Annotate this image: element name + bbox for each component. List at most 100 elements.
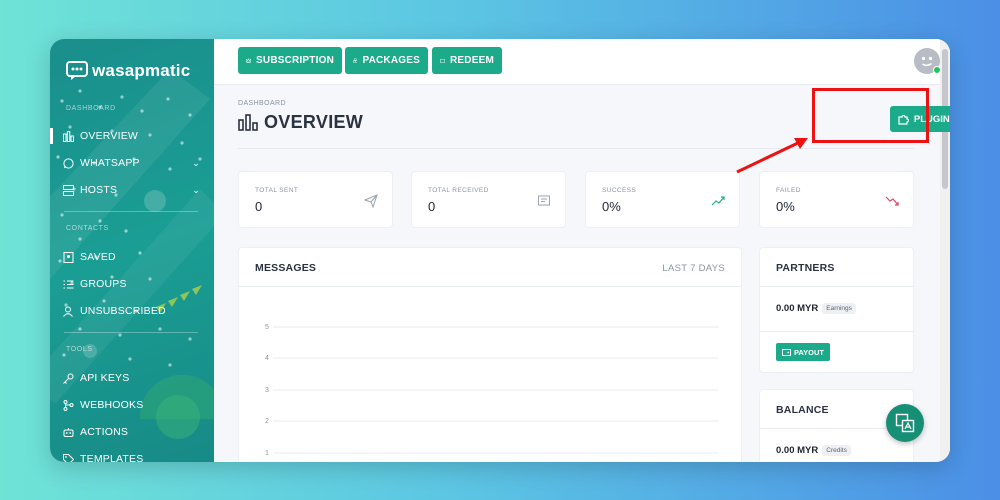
robot-icon bbox=[62, 426, 74, 438]
payout-label: PAYOUT bbox=[793, 347, 824, 357]
floating-translate-button[interactable] bbox=[886, 404, 924, 442]
packages-label: PACKAGES bbox=[362, 55, 420, 66]
stat-value: 0 bbox=[255, 199, 263, 214]
sidebar-item-unsubscribed[interactable]: UNSUBSCRIBED bbox=[62, 301, 208, 321]
scrollbar[interactable] bbox=[940, 39, 950, 462]
brand-name: wasapmatic bbox=[92, 61, 191, 80]
partners-earnings: 0.00 MYR Earnings bbox=[776, 303, 856, 314]
stat-label: SUCCESS bbox=[602, 187, 637, 194]
balance-credits: 0.00 MYR Credits bbox=[776, 445, 851, 456]
sidebar-item-label: HOSTS bbox=[80, 184, 118, 196]
plugins-label: PLUGINS bbox=[913, 113, 950, 125]
subscription-button[interactable]: SUBSCRIPTION bbox=[238, 47, 342, 74]
page-title: OVERVIEW bbox=[238, 112, 363, 133]
sidebar-item-label: UNSUBSCRIBED bbox=[80, 305, 166, 317]
y-tick-label: 2 bbox=[265, 418, 269, 425]
sidebar-item-hosts[interactable]: HOSTS ⌄ bbox=[62, 180, 208, 200]
sidebar-item-groups[interactable]: GROUPS bbox=[62, 274, 208, 294]
sidebar-item-templates[interactable]: TEMPLATES bbox=[62, 449, 208, 462]
stat-label: TOTAL SENT bbox=[255, 187, 299, 194]
sidebar-item-webhooks[interactable]: WEBHOOKS bbox=[62, 395, 208, 415]
sidebar-item-label: WHATSAPP bbox=[80, 157, 140, 169]
translate-icon bbox=[895, 413, 915, 433]
partners-title: PARTNERS bbox=[776, 262, 835, 274]
messages-chart: 5 4 3 2 1 bbox=[265, 324, 719, 457]
wallet-icon bbox=[781, 348, 791, 356]
chart-icon bbox=[238, 114, 258, 131]
sidebar-item-api-keys[interactable]: API KEYS bbox=[62, 368, 208, 388]
credits-tag: Credits bbox=[822, 445, 851, 456]
brand-logo[interactable]: wasapmatic bbox=[66, 61, 190, 81]
logo-icon bbox=[66, 61, 88, 80]
list-icon bbox=[62, 278, 74, 290]
crown-icon bbox=[246, 58, 251, 63]
section-label-dashboard: DASHBOARD bbox=[66, 105, 116, 112]
puzzle-icon bbox=[898, 114, 909, 125]
stat-value: 0% bbox=[602, 199, 621, 214]
chart-icon bbox=[62, 130, 74, 142]
partners-card: PARTNERS 0.00 MYR Earnings PAYOUT bbox=[759, 247, 914, 373]
ticket-icon bbox=[440, 58, 445, 63]
y-tick-label: 4 bbox=[265, 355, 269, 362]
packages-button[interactable]: PACKAGES bbox=[345, 47, 428, 74]
chevron-down-icon: ⌄ bbox=[192, 157, 200, 168]
stat-label: TOTAL RECEIVED bbox=[428, 187, 489, 194]
send-icon bbox=[364, 194, 378, 208]
y-tick-label: 3 bbox=[265, 387, 269, 394]
annotation-arrow-icon bbox=[736, 138, 808, 174]
sidebar: wasapmatic DASHBOARD OVERVIEW WHATSAPP ⌄… bbox=[50, 39, 214, 462]
stat-label: FAILED bbox=[776, 187, 801, 194]
payout-button[interactable]: PAYOUT bbox=[776, 343, 830, 361]
sidebar-divider bbox=[64, 332, 198, 333]
card-divider bbox=[760, 331, 913, 332]
messages-card: MESSAGES LAST 7 DAYS 5 4 3 2 1 bbox=[238, 247, 742, 462]
sidebar-item-label: SAVED bbox=[80, 251, 116, 263]
sidebar-item-whatsapp[interactable]: WHATSAPP ⌄ bbox=[62, 153, 208, 173]
top-bar: SUBSCRIPTION PACKAGES REDEEM bbox=[214, 39, 950, 85]
sidebar-item-label: API KEYS bbox=[80, 372, 130, 384]
message-icon bbox=[538, 195, 550, 206]
sidebar-item-label: GROUPS bbox=[80, 278, 127, 290]
section-label-contacts: CONTACTS bbox=[66, 225, 109, 232]
card-divider bbox=[760, 286, 913, 287]
webhook-icon bbox=[62, 399, 74, 411]
chevron-down-icon: ⌄ bbox=[192, 184, 200, 195]
y-tick-label: 5 bbox=[265, 324, 269, 331]
section-label-tools: TOOLS bbox=[66, 346, 93, 353]
trend-down-icon bbox=[885, 196, 899, 206]
app-window: wasapmatic DASHBOARD OVERVIEW WHATSAPP ⌄… bbox=[50, 39, 950, 462]
stat-value: 0 bbox=[428, 199, 436, 214]
balance-title: BALANCE bbox=[776, 404, 829, 416]
key-icon bbox=[62, 372, 74, 384]
main-content: SUBSCRIPTION PACKAGES REDEEM DASHBOARD O… bbox=[214, 39, 950, 462]
sidebar-item-overview[interactable]: OVERVIEW bbox=[50, 126, 208, 146]
tag-icon bbox=[62, 453, 74, 462]
stat-card-total-sent: TOTAL SENT 0 bbox=[238, 171, 393, 228]
page-title-text: OVERVIEW bbox=[264, 112, 364, 132]
plugins-button[interactable]: PLUGINS bbox=[890, 106, 950, 132]
user-off-icon bbox=[62, 305, 74, 317]
sidebar-item-saved[interactable]: SAVED bbox=[62, 247, 208, 267]
earnings-tag: Earnings bbox=[822, 303, 856, 314]
whatsapp-icon bbox=[62, 157, 74, 169]
stat-value: 0% bbox=[776, 199, 795, 214]
redeem-button[interactable]: REDEEM bbox=[432, 47, 502, 74]
subscription-label: SUBSCRIPTION bbox=[256, 55, 334, 66]
trend-up-icon bbox=[711, 196, 725, 206]
stat-card-failed: FAILED 0% bbox=[759, 171, 914, 228]
address-book-icon bbox=[62, 251, 74, 263]
sidebar-item-label: TEMPLATES bbox=[80, 453, 144, 462]
credits-amount: 0.00 MYR bbox=[776, 445, 819, 456]
y-tick-label: 1 bbox=[265, 450, 269, 457]
sidebar-item-label: ACTIONS bbox=[80, 426, 129, 438]
sidebar-item-label: OVERVIEW bbox=[80, 130, 139, 142]
sidebar-item-actions[interactable]: ACTIONS bbox=[62, 422, 208, 442]
sidebar-divider bbox=[64, 211, 198, 212]
redeem-label: REDEEM bbox=[450, 55, 494, 66]
sidebar-item-label: WEBHOOKS bbox=[80, 399, 144, 411]
breadcrumb: DASHBOARD bbox=[238, 100, 286, 107]
stat-card-total-received: TOTAL RECEIVED 0 bbox=[411, 171, 566, 228]
avatar[interactable] bbox=[914, 48, 941, 74]
boxes-icon bbox=[353, 58, 358, 63]
earnings-amount: 0.00 MYR bbox=[776, 303, 819, 314]
